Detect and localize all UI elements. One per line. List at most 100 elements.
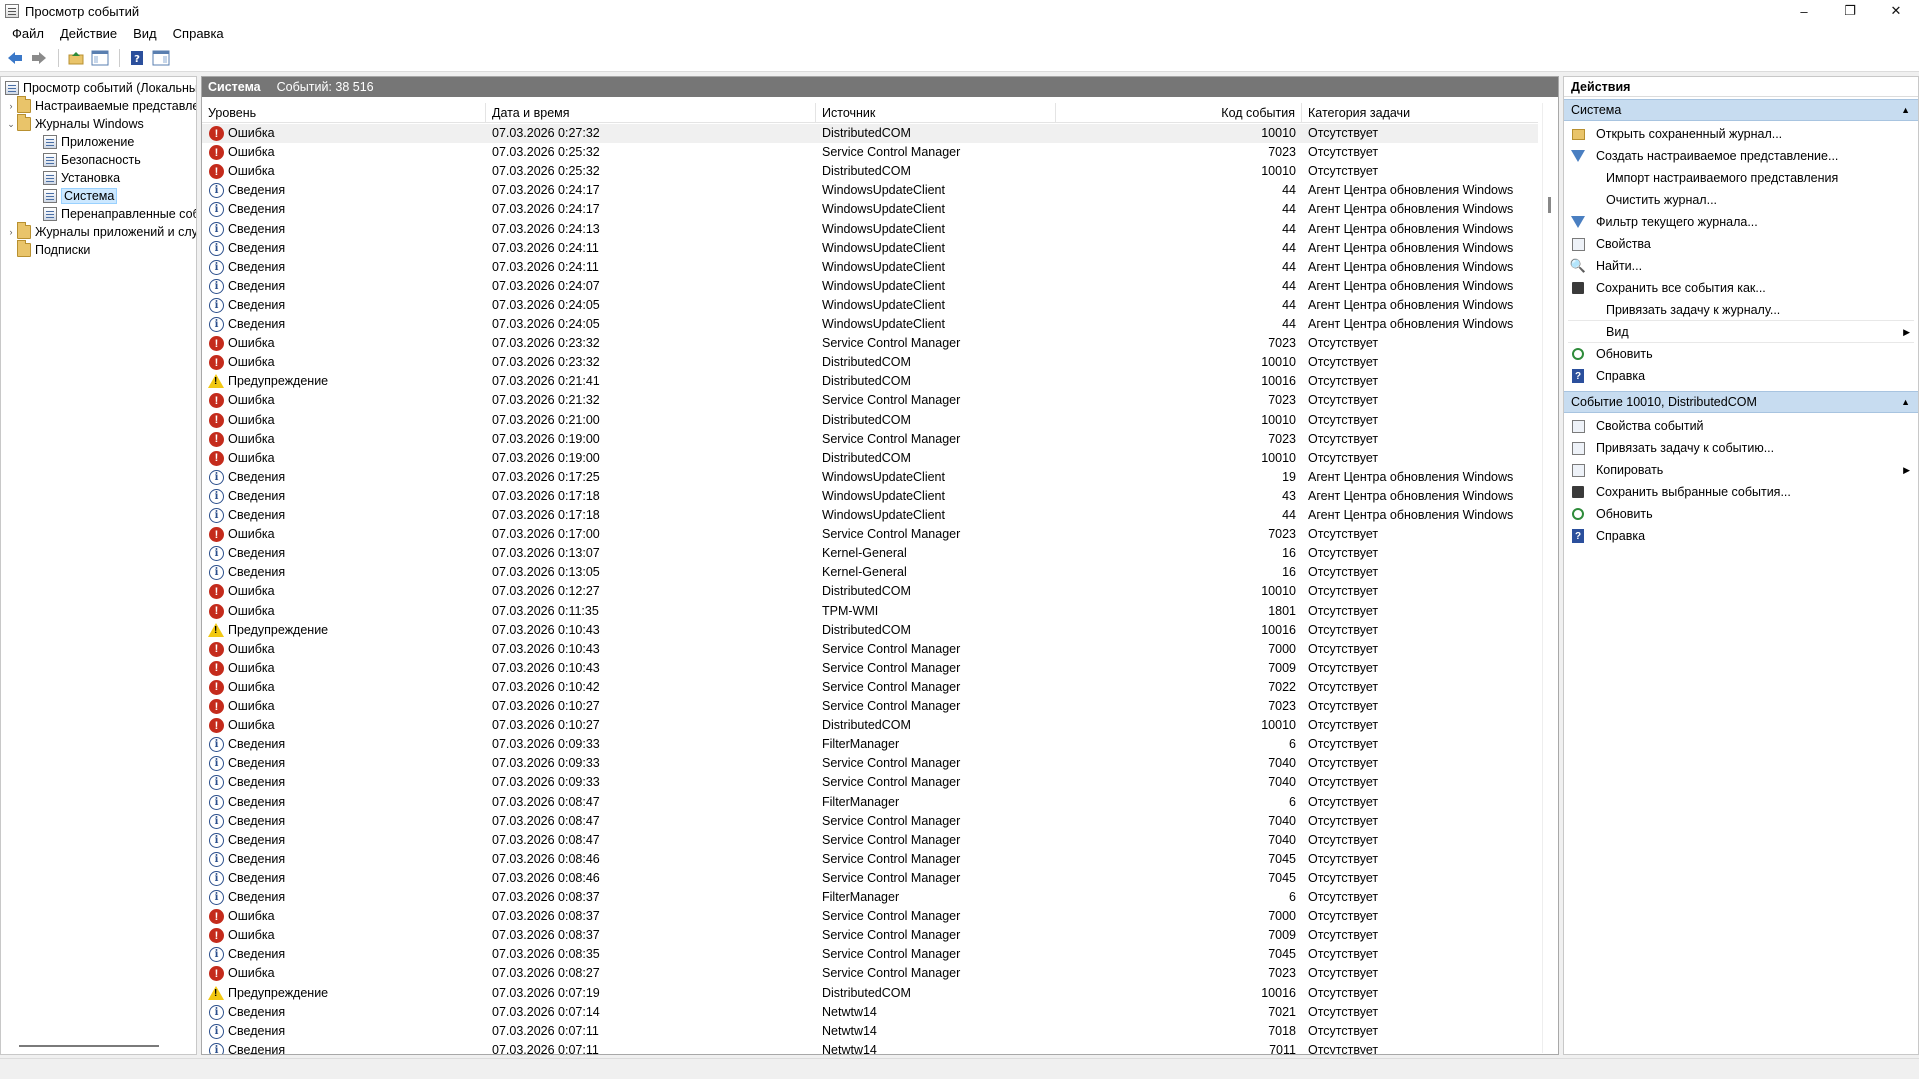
table-row[interactable]: ! Ошибка 07.03.2026 0:12:27 DistributedCOM 1… bbox=[202, 582, 1538, 601]
action-item[interactable]: Обновить bbox=[1564, 343, 1918, 365]
action-item[interactable]: Привязать задачу к журналу... bbox=[1564, 299, 1918, 321]
table-row[interactable]: i Сведения 07.03.2026 0:07:14 Netwtw14 7021 О… bbox=[202, 1003, 1538, 1022]
table-row[interactable]: ! Ошибка 07.03.2026 0:19:00 DistributedCOM 1… bbox=[202, 449, 1538, 468]
table-row[interactable]: ! Ошибка 07.03.2026 0:08:27 Service Control… bbox=[202, 964, 1538, 983]
vertical-scrollbar[interactable] bbox=[1542, 103, 1558, 1053]
table-row[interactable]: i Сведения 07.03.2026 0:24:17 WindowsUpdate… bbox=[202, 181, 1538, 200]
table-row[interactable]: i Сведения 07.03.2026 0:07:11 Netwtw14 7011 О… bbox=[202, 1041, 1538, 1054]
tree-item-root[interactable]: Просмотр событий (Локальный) bbox=[5, 79, 196, 97]
table-row[interactable]: ! Ошибка 07.03.2026 0:10:27 DistributedCOM 1… bbox=[202, 716, 1538, 735]
menu-action[interactable]: Действие bbox=[52, 26, 125, 41]
actions-section-header[interactable]: Событие 10010, DistributedCOM ▲ bbox=[1564, 391, 1918, 413]
action-item[interactable]: Сохранить все события как... bbox=[1564, 277, 1918, 299]
action-item[interactable]: Обновить bbox=[1564, 503, 1918, 525]
table-row[interactable]: i Сведения 07.03.2026 0:09:33 Service Contr… bbox=[202, 773, 1538, 792]
tree-item-application[interactable]: Приложение bbox=[43, 133, 134, 151]
table-row[interactable]: ! Ошибка 07.03.2026 0:10:43 Service Control… bbox=[202, 640, 1538, 659]
table-row[interactable]: i Сведения 07.03.2026 0:08:35 Service Contr… bbox=[202, 945, 1538, 964]
table-row[interactable]: ! Ошибка 07.03.2026 0:27:32 DistributedCOM 1… bbox=[202, 124, 1538, 143]
column-header-level[interactable]: Уровень bbox=[202, 103, 486, 123]
table-row[interactable]: ! Ошибка 07.03.2026 0:25:32 DistributedCOM 1… bbox=[202, 162, 1538, 181]
table-row[interactable]: ! Ошибка 07.03.2026 0:23:32 DistributedCOM 1… bbox=[202, 353, 1538, 372]
table-row[interactable]: ! Ошибка 07.03.2026 0:08:37 Service Control… bbox=[202, 926, 1538, 945]
show-hide-tree-icon[interactable] bbox=[89, 47, 111, 69]
table-row[interactable]: Предупреждение 07.03.2026 0:10:43 Distribu… bbox=[202, 621, 1538, 640]
tree-item-security[interactable]: Безопасность bbox=[43, 151, 141, 169]
maximize-button[interactable]: ❐ bbox=[1827, 0, 1873, 22]
table-row[interactable]: i Сведения 07.03.2026 0:24:05 WindowsUpdate… bbox=[202, 296, 1538, 315]
table-row[interactable]: i Сведения 07.03.2026 0:24:17 WindowsUpdate… bbox=[202, 200, 1538, 219]
table-row[interactable]: ! Ошибка 07.03.2026 0:23:32 Service Control… bbox=[202, 334, 1538, 353]
table-row[interactable]: i Сведения 07.03.2026 0:07:11 Netwtw14 7018 О… bbox=[202, 1022, 1538, 1041]
table-row[interactable]: i Сведения 07.03.2026 0:08:47 FilterManager… bbox=[202, 793, 1538, 812]
table-row[interactable]: i Сведения 07.03.2026 0:08:46 Service Contr… bbox=[202, 869, 1538, 888]
column-header-source[interactable]: Источник bbox=[816, 103, 1056, 123]
actions-section-header[interactable]: Система ▲ bbox=[1564, 99, 1918, 121]
table-row[interactable]: i Сведения 07.03.2026 0:24:11 WindowsUpdate… bbox=[202, 258, 1538, 277]
table-row[interactable]: i Сведения 07.03.2026 0:09:33 Service Contr… bbox=[202, 754, 1538, 773]
scrollbar-thumb[interactable] bbox=[1548, 197, 1551, 213]
table-row[interactable]: ! Ошибка 07.03.2026 0:11:35 TPM-WMI 1801 Отсу… bbox=[202, 602, 1538, 621]
table-row[interactable]: ! Ошибка 07.03.2026 0:19:00 Service Control… bbox=[202, 430, 1538, 449]
table-row[interactable]: ! Ошибка 07.03.2026 0:10:42 Service Control… bbox=[202, 678, 1538, 697]
table-row[interactable]: ! Ошибка 07.03.2026 0:08:37 Service Control… bbox=[202, 907, 1538, 926]
table-row[interactable]: ! Ошибка 07.03.2026 0:21:00 DistributedCOM 1… bbox=[202, 411, 1538, 430]
action-item[interactable]: Сохранить выбранные события... bbox=[1564, 481, 1918, 503]
menu-file[interactable]: Файл bbox=[4, 26, 52, 41]
table-row[interactable]: i Сведения 07.03.2026 0:08:37 FilterManager… bbox=[202, 888, 1538, 907]
help-icon[interactable]: ? bbox=[126, 47, 148, 69]
table-row[interactable]: i Сведения 07.03.2026 0:09:33 FilterManager… bbox=[202, 735, 1538, 754]
action-item[interactable]: Свойства событий bbox=[1564, 415, 1918, 437]
minimize-button[interactable]: – bbox=[1781, 0, 1827, 22]
table-row[interactable]: i Сведения 07.03.2026 0:08:47 Service Contr… bbox=[202, 831, 1538, 850]
close-button[interactable]: ✕ bbox=[1873, 0, 1919, 22]
back-arrow-icon[interactable] bbox=[4, 47, 26, 69]
action-item[interactable]: Копировать ▶ bbox=[1564, 459, 1918, 481]
table-row[interactable]: i Сведения 07.03.2026 0:24:07 WindowsUpdate… bbox=[202, 277, 1538, 296]
column-header-event-id[interactable]: Код события bbox=[1056, 103, 1302, 123]
table-row[interactable]: ! Ошибка 07.03.2026 0:17:00 Service Control… bbox=[202, 525, 1538, 544]
show-hide-actions-icon[interactable] bbox=[150, 47, 172, 69]
up-folder-icon[interactable] bbox=[65, 47, 87, 69]
action-item[interactable]: Фильтр текущего журнала... bbox=[1564, 211, 1918, 233]
action-item[interactable]: Привязать задачу к событию... bbox=[1564, 437, 1918, 459]
expand-chevron-icon[interactable]: › bbox=[5, 101, 17, 111]
table-row[interactable]: i Сведения 07.03.2026 0:08:46 Service Contr… bbox=[202, 850, 1538, 869]
table-row[interactable]: i Сведения 07.03.2026 0:17:18 WindowsUpdate… bbox=[202, 487, 1538, 506]
collapse-caret-icon[interactable]: ▲ bbox=[1901, 105, 1910, 115]
tree-item-system[interactable]: Система bbox=[43, 187, 118, 205]
action-item[interactable]: Вид ▶ bbox=[1564, 321, 1918, 343]
table-row[interactable]: i Сведения 07.03.2026 0:17:18 WindowsUpdate… bbox=[202, 506, 1538, 525]
horizontal-scrollbar[interactable] bbox=[19, 1045, 159, 1047]
table-row[interactable]: i Сведения 07.03.2026 0:24:11 WindowsUpdate… bbox=[202, 239, 1538, 258]
table-row[interactable]: i Сведения 07.03.2026 0:24:13 WindowsUpdate… bbox=[202, 220, 1538, 239]
action-item[interactable]: Импорт настраиваемого представления bbox=[1564, 167, 1918, 189]
menu-help[interactable]: Справка bbox=[165, 26, 232, 41]
action-item[interactable]: 🔍 Найти... bbox=[1564, 255, 1918, 277]
tree-item-windows-logs[interactable]: ⌄ Журналы Windows bbox=[5, 114, 144, 133]
table-row[interactable]: i Сведения 07.03.2026 0:13:05 Kernel-Genera… bbox=[202, 563, 1538, 582]
tree-item-setup[interactable]: Установка bbox=[43, 169, 120, 187]
table-row[interactable]: i Сведения 07.03.2026 0:17:25 WindowsUpdate… bbox=[202, 468, 1538, 487]
action-item[interactable]: Очистить журнал... bbox=[1564, 189, 1918, 211]
forward-arrow-icon[interactable] bbox=[28, 47, 50, 69]
tree-item-subscriptions[interactable]: Подписки bbox=[17, 240, 90, 259]
action-item[interactable]: ? Справка bbox=[1564, 525, 1918, 547]
tree-item-custom-views[interactable]: › Настраиваемые представления bbox=[5, 96, 196, 115]
table-row[interactable]: i Сведения 07.03.2026 0:24:05 WindowsUpdate… bbox=[202, 315, 1538, 334]
table-row[interactable]: ! Ошибка 07.03.2026 0:25:32 Service Control… bbox=[202, 143, 1538, 162]
table-row[interactable]: Предупреждение 07.03.2026 0:21:41 Distribu… bbox=[202, 372, 1538, 391]
tree-item-forwarded-events[interactable]: Перенаправленные события bbox=[43, 205, 196, 223]
action-item[interactable]: ? Справка bbox=[1564, 365, 1918, 387]
expand-chevron-icon[interactable]: › bbox=[5, 227, 17, 237]
table-row[interactable]: ! Ошибка 07.03.2026 0:21:32 Service Control… bbox=[202, 391, 1538, 410]
collapse-caret-icon[interactable]: ▲ bbox=[1901, 397, 1910, 407]
tree-item-app-service-logs[interactable]: › Журналы приложений и служб bbox=[5, 222, 196, 241]
column-header-task-category[interactable]: Категория задачи bbox=[1302, 103, 1538, 123]
action-item[interactable]: Открыть сохраненный журнал... bbox=[1564, 123, 1918, 145]
table-row[interactable]: i Сведения 07.03.2026 0:13:07 Kernel-Genera… bbox=[202, 544, 1538, 563]
table-row[interactable]: ! Ошибка 07.03.2026 0:10:43 Service Control… bbox=[202, 659, 1538, 678]
table-row[interactable]: i Сведения 07.03.2026 0:08:47 Service Contr… bbox=[202, 812, 1538, 831]
table-row[interactable]: ! Ошибка 07.03.2026 0:10:27 Service Control… bbox=[202, 697, 1538, 716]
column-header-datetime[interactable]: Дата и время bbox=[486, 103, 816, 123]
